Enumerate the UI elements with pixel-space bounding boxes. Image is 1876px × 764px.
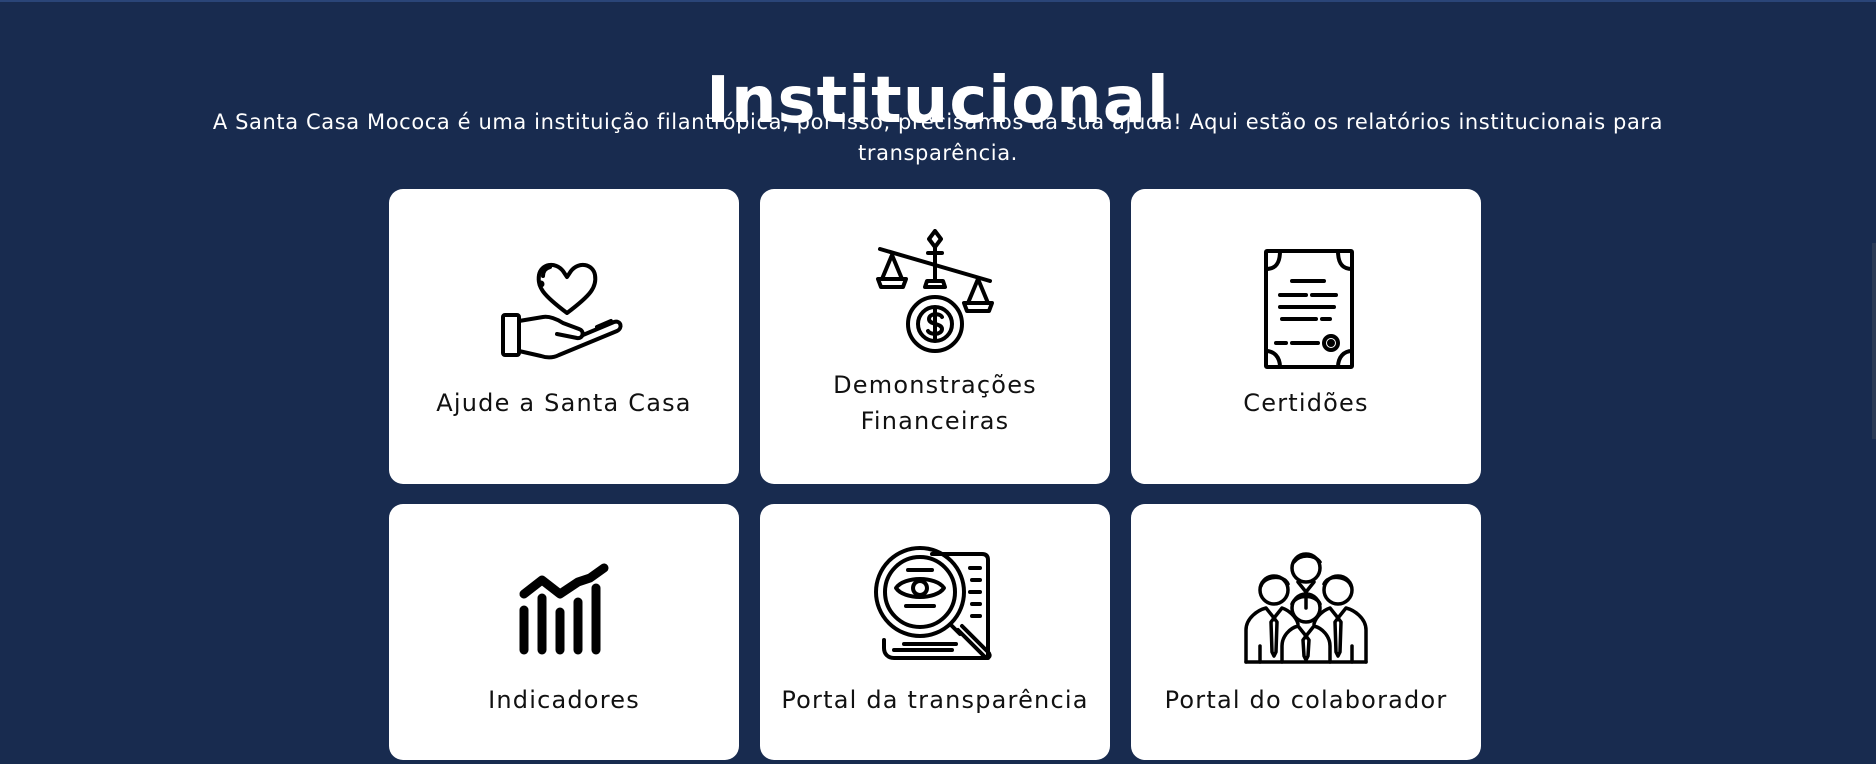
card-indicadores[interactable]: Indicadores [389,504,739,760]
card-label: Certidões [1243,389,1369,417]
card-label: Demonstrações Financeiras [833,371,1037,435]
card-label: Portal da transparência [781,686,1089,714]
scrollbar-thumb[interactable] [1872,243,1876,439]
card-portal-transparencia[interactable]: Portal da transparência [760,504,1110,760]
card-label: Portal do colaborador [1164,686,1448,714]
magnifier-eye-document-icon [870,544,1000,672]
team-people-icon [1244,546,1368,664]
balance-scale-coin-icon [872,229,998,357]
card-label: Ajude a Santa Casa [436,389,692,417]
card-ajude-santa-casa[interactable]: Ajude a Santa Casa [389,189,739,484]
certificate-document-icon [1258,247,1354,373]
card-portal-colaborador[interactable]: Portal do colaborador [1131,504,1481,760]
bar-chart-trend-icon [514,558,614,658]
card-label: Indicadores [488,686,640,714]
card-demonstracoes-financeiras[interactable]: Demonstrações Financeiras [760,189,1110,484]
top-border [0,0,1876,2]
heart-in-hand-icon [499,251,629,363]
institutional-cards-grid: Ajude a Santa Casa Demonstrações Finance… [389,189,1481,760]
card-certidoes[interactable]: Certidões [1131,189,1481,484]
page-subtitle: A Santa Casa Mococa é uma instituição fi… [212,110,1664,165]
